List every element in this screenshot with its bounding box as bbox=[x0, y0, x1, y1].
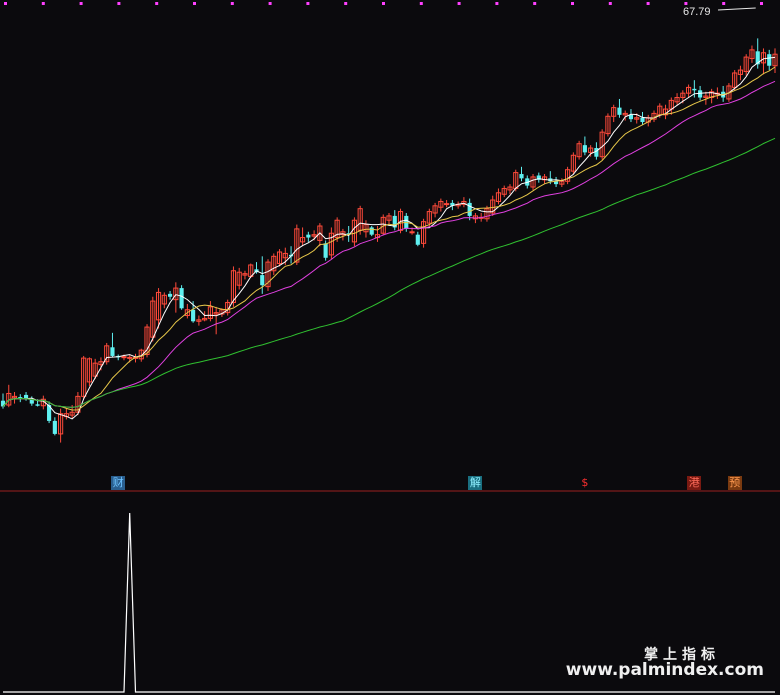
top-border-dot bbox=[722, 2, 726, 5]
candle-body-up bbox=[409, 231, 415, 234]
signal-flag-dollar[interactable]: $ bbox=[578, 476, 592, 490]
candle-body-down bbox=[767, 54, 772, 66]
candle-body-down bbox=[18, 397, 23, 399]
top-border-dot bbox=[571, 2, 574, 5]
ma10-line bbox=[2, 66, 776, 411]
candle-body-down bbox=[582, 145, 587, 153]
signal-flag-yu[interactable]: 预 bbox=[727, 476, 742, 490]
signal-flag-cai[interactable]: 财 bbox=[111, 476, 126, 490]
top-border-dot bbox=[344, 2, 348, 5]
candle-body-down bbox=[640, 117, 645, 123]
top-border-dot bbox=[117, 2, 121, 5]
candle-body-down bbox=[110, 347, 115, 356]
high-price-arrow bbox=[717, 7, 756, 11]
signal-flag-gang[interactable]: 港 bbox=[687, 476, 702, 490]
top-border-dot bbox=[4, 2, 7, 5]
top-border-dot bbox=[495, 2, 499, 5]
candle-body-down bbox=[369, 227, 374, 235]
ma60-line bbox=[2, 137, 776, 408]
top-border-dot bbox=[684, 2, 688, 5]
signal-flag-jie[interactable]: 解 bbox=[468, 476, 483, 490]
candle-body-down bbox=[692, 88, 697, 91]
candle-body-down bbox=[260, 275, 265, 286]
top-border-dot bbox=[155, 2, 159, 5]
top-border-dot bbox=[608, 2, 612, 5]
candle-body-down bbox=[191, 309, 196, 322]
top-border-dot bbox=[306, 2, 310, 5]
high-price-label: 67.79 bbox=[683, 6, 711, 18]
candle-body-down bbox=[415, 234, 420, 245]
candle-body-up bbox=[127, 356, 133, 359]
candle-body-down bbox=[168, 293, 173, 297]
candle-body-down bbox=[698, 90, 703, 98]
candle-body-up bbox=[444, 203, 450, 206]
top-border-dot bbox=[193, 2, 196, 5]
top-border-dot bbox=[268, 2, 272, 5]
candle-body-down bbox=[617, 107, 622, 115]
top-border-dot bbox=[41, 2, 45, 5]
candle-body-down bbox=[52, 420, 57, 434]
top-border-dot bbox=[760, 2, 763, 5]
watermark-url: www.palmindex.com bbox=[565, 660, 764, 680]
top-border-dot bbox=[646, 2, 650, 5]
top-border-dot bbox=[230, 2, 234, 5]
candle-body-down bbox=[467, 202, 472, 216]
candle-body-down bbox=[179, 288, 184, 309]
ma20-line bbox=[2, 80, 776, 408]
candle-body-down bbox=[323, 243, 328, 258]
candle-body-down bbox=[35, 404, 40, 406]
ma5-line bbox=[2, 56, 776, 420]
top-border-dot bbox=[382, 2, 385, 5]
chart-canvas[interactable] bbox=[0, 0, 780, 695]
top-border-dot bbox=[79, 2, 83, 5]
top-border-dot bbox=[533, 2, 537, 5]
top-border-dot bbox=[419, 2, 423, 5]
stock-chart-window: 67.79 财解$港预减 掌上指标 www.palmindex.com bbox=[0, 0, 780, 695]
candle-body-down bbox=[306, 234, 311, 238]
candle-body-up bbox=[121, 356, 127, 359]
top-border-dot bbox=[457, 2, 461, 5]
candle-body-down bbox=[519, 174, 524, 179]
